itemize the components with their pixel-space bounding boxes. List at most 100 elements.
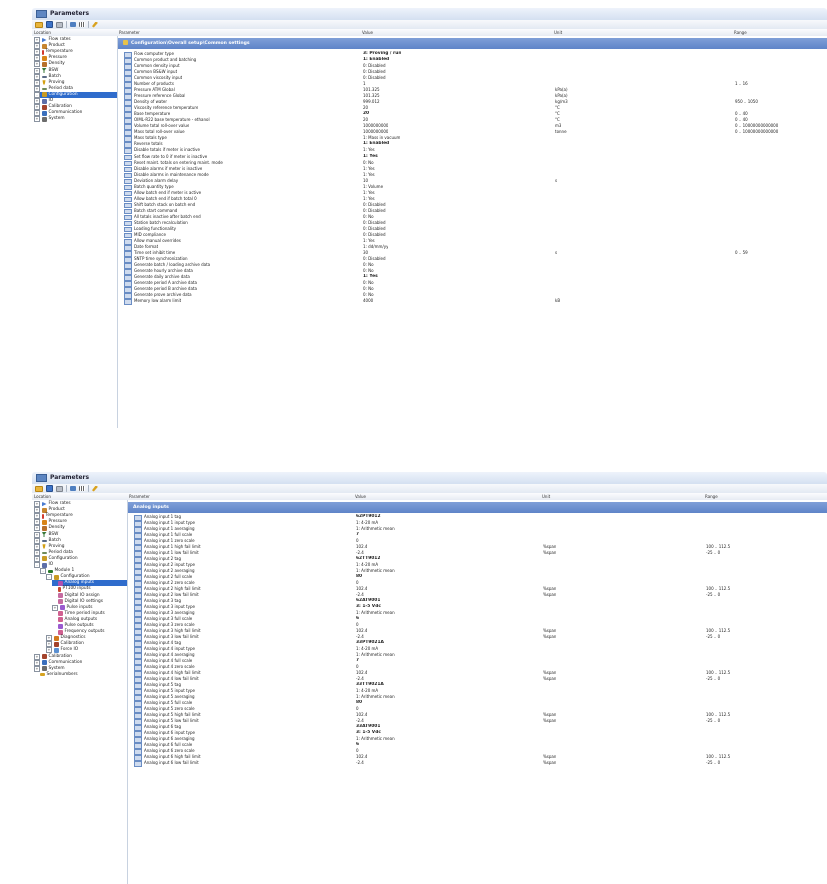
tree-item[interactable]: + Communication — [34, 110, 117, 117]
open-folder-icon[interactable] — [35, 485, 43, 492]
tree-item[interactable]: + Period data — [34, 85, 117, 92]
expand-icon[interactable]: + — [46, 647, 52, 654]
table-row[interactable]: Analog input 3 high fail limit 102.4 %span… — [128, 628, 827, 635]
value-cell[interactable]: -2.4 — [356, 634, 364, 640]
tree-item[interactable]: PT100 inputs — [52, 586, 127, 592]
expand-icon[interactable]: + — [46, 641, 52, 648]
value-cell[interactable]: -2.4 — [356, 592, 364, 598]
column-header-range[interactable]: Range — [734, 29, 747, 36]
value-cell[interactable]: 1: Arithmetic mean — [356, 736, 395, 742]
value-cell[interactable]: 20 — [363, 105, 368, 111]
value-cell[interactable]: 0: Disabled — [363, 202, 386, 208]
table-row[interactable]: Analog input 4 zero scale 0 — [128, 664, 827, 671]
tree-item[interactable]: + Temperature — [34, 49, 117, 56]
expand-icon[interactable]: + — [52, 604, 58, 611]
table-row[interactable]: Pressure reference Global 101.325 kPa(a) — [118, 93, 827, 100]
table-row[interactable]: Generate batch / loading archive data 0: … — [118, 262, 827, 269]
table-row[interactable]: Analog input 2 low fail limit -2.4 %span -2… — [128, 592, 827, 599]
columns-icon[interactable] — [79, 486, 85, 491]
table-row[interactable]: Generate daily archive data 1: Yes — [118, 274, 827, 281]
value-cell[interactable]: 0: Disabled — [363, 220, 386, 226]
value-cell[interactable]: 1: 4-20 mA — [356, 520, 378, 526]
value-cell[interactable]: 0: No — [363, 280, 374, 286]
expand-icon[interactable]: + — [46, 635, 52, 642]
value-cell[interactable]: 0 — [356, 622, 359, 628]
print-icon[interactable] — [56, 485, 63, 492]
tree-item[interactable]: + BSW — [34, 531, 127, 538]
tree-item[interactable]: Digital IO assign — [52, 593, 127, 599]
tools-icon[interactable] — [92, 21, 98, 28]
value-cell[interactable]: 101.325 — [363, 87, 380, 93]
table-row[interactable]: All totals inactive after batch end 0: No — [118, 214, 827, 221]
table-row[interactable]: Analog input 2 input type 1: 4-20 mA — [128, 562, 827, 569]
value-cell[interactable]: 1: Enabled — [363, 57, 389, 63]
value-cell[interactable]: 1: Enabled — [363, 141, 389, 147]
tree-item[interactable]: + Period data — [34, 549, 127, 556]
table-row[interactable]: Batch quantity type 1: Volume — [118, 184, 827, 191]
value-cell[interactable]: 1: Arithmetic mean — [356, 694, 395, 700]
value-cell[interactable]: 0 — [356, 664, 359, 670]
expand-icon[interactable]: + — [34, 507, 40, 514]
tree-item[interactable]: Serialnumbers — [34, 672, 127, 678]
table-row[interactable]: Analog input 5 averaging 1: Arithmetic me… — [128, 694, 827, 701]
table-row[interactable]: Loading functionality 0: Disabled — [118, 226, 827, 233]
value-cell[interactable]: 0: Disabled — [363, 75, 386, 81]
collapse-icon[interactable]: - — [34, 562, 40, 568]
value-cell[interactable]: -2.4 — [356, 760, 364, 766]
value-cell[interactable]: 1 — [363, 81, 366, 87]
table-row[interactable]: Analog input 6 tag 33AT9001 — [128, 724, 827, 731]
value-cell[interactable]: 1: Mass in vacuum — [363, 135, 400, 141]
table-row[interactable]: Allow manual overrides 1: Yes — [118, 238, 827, 245]
value-cell[interactable]: 1: dd/mm/yy — [363, 244, 388, 250]
value-cell[interactable]: 102.4 — [356, 712, 367, 718]
table-row[interactable]: Analog input 5 zero scale 0 — [128, 706, 827, 713]
value-cell[interactable]: 7 — [356, 532, 359, 538]
table-row[interactable]: Analog input 5 full scale 80 — [128, 700, 827, 707]
value-cell[interactable]: 1: Volume — [363, 184, 383, 190]
tree-item[interactable]: + System — [34, 116, 117, 123]
value-cell[interactable]: 10 — [363, 178, 368, 184]
value-cell[interactable]: 3: Proving / run — [363, 51, 401, 57]
expand-icon[interactable]: + — [34, 110, 40, 117]
tree-item[interactable]: + Pulse inputs — [52, 604, 127, 611]
expand-icon[interactable]: + — [34, 37, 40, 43]
value-cell[interactable]: 0 — [356, 748, 359, 754]
table-row[interactable]: Analog input 1 input type 1: 4-20 mA — [128, 520, 827, 527]
table-row[interactable]: Common viscosity input 0: Disabled — [118, 75, 827, 82]
value-cell[interactable]: 3: 1-5 Vdc — [356, 730, 381, 736]
value-cell[interactable]: 20 — [363, 111, 369, 117]
table-row[interactable]: Analog input 6 input type 3: 1-5 Vdc — [128, 730, 827, 737]
value-cell[interactable]: 0: No — [363, 268, 374, 274]
value-cell[interactable]: 1: Arithmetic mean — [356, 568, 395, 574]
tree-item[interactable]: + Flow rates — [34, 501, 127, 507]
expand-icon[interactable]: + — [34, 55, 40, 62]
value-cell[interactable]: 0: No — [363, 262, 374, 268]
value-cell[interactable]: 20 — [363, 117, 368, 123]
open-folder-icon[interactable] — [35, 21, 43, 28]
table-row[interactable]: Analog input 1 high fail limit 102.4 %span… — [128, 544, 827, 551]
table-row[interactable]: Analog input 1 zero scale 0 — [128, 538, 827, 545]
value-cell[interactable]: 1: Yes — [363, 190, 375, 196]
value-cell[interactable]: 1000000000 — [363, 123, 388, 129]
collapse-icon[interactable]: - — [40, 568, 46, 575]
value-cell[interactable]: 0: Disabled — [363, 256, 386, 262]
column-header-value[interactable]: Value — [362, 29, 373, 36]
value-cell[interactable]: 1: 4-20 mA — [356, 562, 378, 568]
print-icon[interactable] — [56, 21, 63, 28]
value-cell[interactable]: 33PT9021A — [356, 640, 384, 646]
expand-icon[interactable]: + — [34, 43, 40, 50]
tree-item[interactable]: + Pressure — [34, 519, 127, 526]
table-row[interactable]: Analog input 2 averaging 1: Arithmetic me… — [128, 568, 827, 575]
value-cell[interactable]: 1: Yes — [363, 166, 375, 172]
tree-item[interactable]: + Batch — [34, 73, 117, 80]
tree-item[interactable]: + Calibration — [34, 653, 127, 660]
table-row[interactable]: Memory low alarm limit 4000 kB — [118, 298, 827, 305]
expand-icon[interactable]: + — [34, 79, 40, 86]
table-row[interactable]: Analog input 1 averaging 1: Arithmetic me… — [128, 526, 827, 533]
save-icon[interactable] — [46, 21, 53, 28]
column-header-value[interactable]: Value — [355, 493, 366, 500]
collapse-icon[interactable]: - — [34, 91, 40, 98]
table-row[interactable]: Analog input 3 input type 3: 1-5 Vdc — [128, 604, 827, 611]
table-row[interactable]: Density of water 999.012 kg/m3 950 .. 1050 — [118, 99, 827, 106]
tree-item[interactable]: + Communication — [34, 659, 127, 666]
